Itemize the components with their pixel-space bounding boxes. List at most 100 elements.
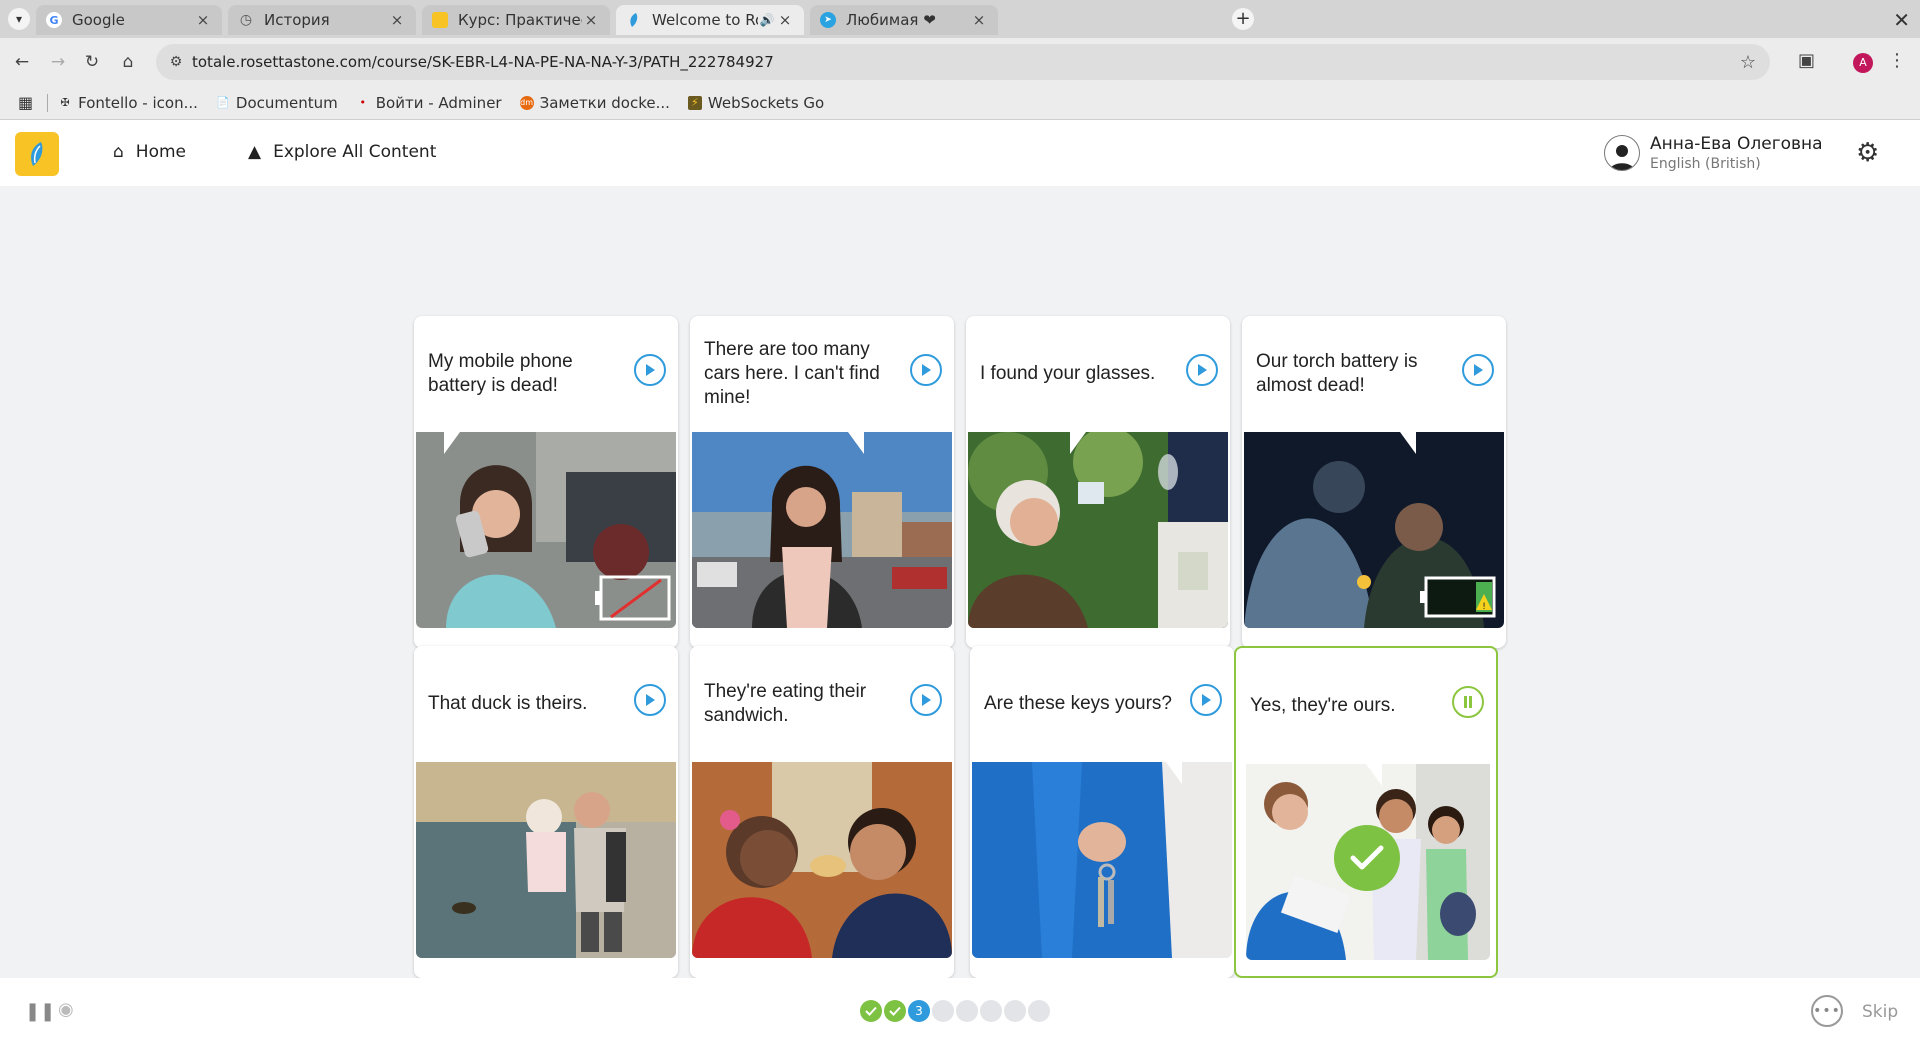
user-language: English (British)	[1650, 156, 1761, 172]
speech-pointer	[1400, 432, 1416, 454]
play-audio-button[interactable]	[910, 354, 942, 386]
speech-pointer	[444, 432, 460, 454]
play-audio-button[interactable]	[634, 684, 666, 716]
bookmark-label: Documentum	[235, 93, 338, 112]
svg-text:!: !	[1482, 602, 1486, 612]
adminer-icon: •	[359, 96, 366, 109]
speech-pointer	[848, 432, 864, 454]
bookmark-fontello[interactable]: ✠ Fontello - icon...	[58, 94, 198, 112]
more-options-icon[interactable]: •••	[1811, 995, 1843, 1027]
tab-title: Welcome to Rosetta S	[652, 11, 758, 29]
play-audio-button[interactable]	[634, 354, 666, 386]
rosetta-icon	[626, 12, 642, 28]
tab-rosetta[interactable]: Welcome to Rosetta S 🔊 ×	[616, 5, 804, 35]
tab-close-icon[interactable]: ×	[388, 11, 406, 29]
pause-audio-button[interactable]	[1452, 686, 1484, 718]
lesson-card[interactable]: Our torch battery is almost dead! !	[1242, 316, 1506, 648]
tab-close-icon[interactable]: ×	[970, 11, 988, 29]
card-photo	[416, 432, 676, 628]
rosetta-logo-icon[interactable]	[15, 132, 59, 176]
address-toolbar: ← → ↻ ⌂ ⚙ totale.rosettastone.com/course…	[0, 38, 1920, 86]
card-caption: Our torch battery is almost dead!	[1256, 351, 1418, 396]
card-photo: !	[1244, 432, 1504, 628]
lesson-card[interactable]: I found your glasses.	[966, 316, 1230, 648]
speech-pointer	[1366, 764, 1382, 786]
card-caption: My mobile phone battery is dead!	[428, 351, 573, 396]
history-icon: ◷	[239, 12, 253, 28]
lesson-card[interactable]: My mobile phone battery is dead!	[414, 316, 678, 648]
speaker-icon[interactable]: 🔊	[758, 13, 776, 27]
websockets-icon: ⚡	[687, 95, 702, 110]
speech-pointer	[1166, 762, 1182, 784]
lesson-card[interactable]: Are these keys yours?	[970, 646, 1234, 978]
play-audio-button[interactable]	[1190, 684, 1222, 716]
bookmark-websockets[interactable]: ⚡ WebSockets Go	[687, 93, 825, 112]
pause-lesson-icon[interactable]: ❚❚	[25, 1001, 55, 1022]
hide-eye-icon[interactable]: ◉	[58, 999, 74, 1020]
forward-arrow-icon[interactable]: →	[46, 50, 70, 74]
bookmarks-bar: ▦ ✠ Fontello - icon... 📄 Documentum • Во…	[0, 86, 1920, 120]
card-photo	[968, 432, 1228, 628]
app-header: ⌂ Home ▲ Explore All Content Анна-Ева Ол…	[0, 120, 1920, 186]
tab-history[interactable]: ◷ История ×	[228, 5, 416, 35]
fontello-icon: ✠	[60, 96, 70, 109]
card-caption: I found your glasses.	[980, 363, 1156, 384]
play-icon	[1474, 364, 1483, 376]
card-photo	[692, 432, 952, 628]
user-profile[interactable]: Анна-Ева Олеговна English (British)	[1604, 134, 1823, 172]
play-audio-button[interactable]	[1462, 354, 1494, 386]
apps-grid-icon[interactable]: ▦	[18, 93, 33, 112]
card-photo	[972, 762, 1232, 958]
telegram-icon: ➤	[820, 12, 836, 28]
back-arrow-icon[interactable]: ←	[10, 50, 34, 74]
tab-close-icon[interactable]: ×	[582, 11, 600, 29]
card-caption: Are these keys yours?	[984, 693, 1172, 714]
home-nav-link[interactable]: ⌂ Home	[113, 142, 186, 162]
lesson-card[interactable]: There are too many cars here. I can't fi…	[690, 316, 954, 648]
bookmark-label: Fontello - icon...	[78, 93, 198, 112]
bookmark-notes[interactable]: dm Заметки docke...	[519, 94, 670, 112]
lesson-card-selected[interactable]: Yes, they're ours.	[1234, 646, 1498, 978]
window-close-icon[interactable]: ✕	[1893, 8, 1910, 32]
tab-close-icon[interactable]: ×	[776, 11, 794, 29]
tab-telegram[interactable]: ➤ Любимая ❤ ×	[810, 5, 998, 35]
pause-icon	[1464, 696, 1472, 708]
progress-dot-pending	[932, 1000, 954, 1022]
card-photo	[692, 762, 952, 958]
bookmark-star-icon[interactable]: ☆	[1740, 52, 1756, 73]
tab-course[interactable]: Курс: Практический кур ×	[422, 5, 610, 35]
play-icon	[922, 364, 931, 376]
explore-nav-link[interactable]: ▲ Explore All Content	[248, 142, 436, 162]
home-icon[interactable]: ⌂	[116, 50, 140, 74]
tab-title: Google	[72, 11, 125, 29]
bookmark-label: WebSockets Go	[707, 93, 825, 112]
skip-button[interactable]: Skip	[1862, 1002, 1898, 1022]
site-info-icon[interactable]: ⚙	[166, 54, 186, 70]
lesson-card[interactable]: That duck is theirs.	[414, 646, 678, 978]
address-bar[interactable]: ⚙ totale.rosettastone.com/course/SK-EBR-…	[156, 44, 1770, 80]
new-tab-button[interactable]: +	[1232, 8, 1254, 30]
play-icon	[646, 364, 655, 376]
house-icon: ⌂	[113, 142, 124, 162]
settings-gear-icon[interactable]: ⚙	[1856, 138, 1879, 168]
play-audio-button[interactable]	[910, 684, 942, 716]
play-audio-button[interactable]	[1186, 354, 1218, 386]
reload-icon[interactable]: ↻	[80, 50, 104, 74]
notes-icon: dm	[519, 95, 534, 110]
bookmark-adminer[interactable]: • Войти - Adminer	[356, 94, 501, 112]
tab-search-chevron-icon[interactable]: ▾	[8, 8, 30, 30]
bookmark-documentum[interactable]: 📄 Documentum	[216, 94, 338, 112]
tab-close-icon[interactable]: ×	[194, 11, 212, 29]
correct-checkmark-icon	[1334, 825, 1400, 891]
lesson-card[interactable]: They're eating their sandwich.	[690, 646, 954, 978]
card-photo	[416, 762, 676, 958]
play-icon	[1202, 694, 1211, 706]
home-label: Home	[135, 142, 186, 162]
extensions-puzzle-icon[interactable]: ▣	[1798, 50, 1815, 71]
tab-google[interactable]: G Google ×	[36, 5, 222, 35]
profile-avatar[interactable]: A	[1853, 53, 1873, 73]
card-caption: That duck is theirs.	[428, 693, 588, 714]
kebab-menu-icon[interactable]: ⋮	[1888, 50, 1906, 71]
url-text[interactable]: totale.rosettastone.com/course/SK-EBR-L4…	[192, 53, 1740, 71]
course-icon	[432, 12, 448, 28]
